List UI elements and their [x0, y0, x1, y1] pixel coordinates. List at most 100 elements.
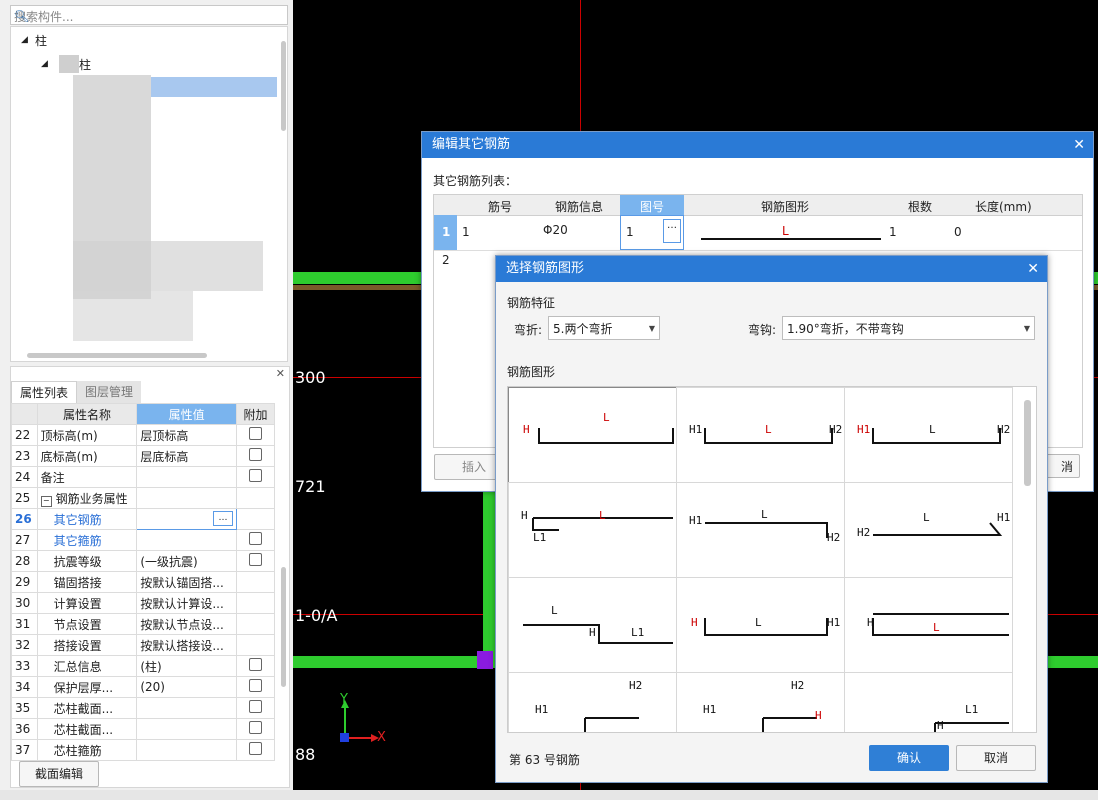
table-row[interactable]: 26 其它钢筋…: [11, 508, 276, 530]
tree-root[interactable]: 柱: [35, 32, 47, 49]
column-header: 长度(mm): [975, 200, 1032, 214]
row-number: 33: [11, 655, 38, 677]
tree-selected-row[interactable]: [151, 77, 277, 97]
attach-checkbox[interactable]: [248, 448, 262, 461]
grid-scrollbar[interactable]: [1024, 400, 1031, 486]
shape-label: H2: [829, 423, 843, 436]
props-scrollbar[interactable]: [281, 567, 286, 687]
shape-label: H1: [689, 423, 703, 436]
property-value[interactable]: (一级抗震): [136, 550, 237, 572]
close-icon[interactable]: ✕: [1073, 132, 1085, 158]
property-value[interactable]: (20): [136, 676, 237, 698]
property-value[interactable]: …: [136, 508, 237, 530]
table-row[interactable]: 35 芯柱截面...: [11, 697, 276, 719]
shape-label: L1: [965, 703, 979, 716]
table-row[interactable]: 36 芯柱截面...: [11, 718, 276, 740]
attach-checkbox[interactable]: [248, 532, 262, 545]
rebar-shape-option[interactable]: L H L1: [508, 577, 677, 673]
attach-checkbox[interactable]: [248, 742, 262, 755]
property-value[interactable]: [136, 697, 237, 719]
property-value[interactable]: [136, 466, 237, 488]
property-value[interactable]: 按默认计算设...: [136, 592, 237, 614]
rebar-shape-option[interactable]: H1 H2: [508, 672, 677, 732]
ellipsis-button[interactable]: …: [663, 219, 681, 243]
table-row[interactable]: 31 节点设置 按默认节点设...: [11, 613, 276, 635]
table-cell[interactable]: 0: [954, 225, 962, 239]
table-row[interactable]: 27 其它箍筋: [11, 529, 276, 551]
property-label: 其它箍筋: [53, 533, 102, 548]
table-row[interactable]: 34 保护层厚... (20): [11, 676, 276, 698]
search-icon[interactable]: 🔍︎: [14, 9, 283, 23]
table-row[interactable]: 29 锚固搭接 按默认锚固搭...: [11, 571, 276, 593]
axis-label-88: 88: [295, 745, 316, 764]
hook-select[interactable]: 1.90°弯折，不带弯钩 ▼: [782, 316, 1035, 340]
column-header: 附加: [235, 403, 276, 425]
property-value[interactable]: [136, 529, 237, 551]
attach-checkbox[interactable]: [248, 469, 262, 482]
table-row[interactable]: 24 备注: [11, 466, 276, 488]
shape-label: H1: [689, 514, 703, 527]
rebar-shape-option[interactable]: H1 L H2: [676, 387, 845, 483]
rebar-shape-option[interactable]: HL: [508, 387, 677, 483]
row-number: 36: [11, 718, 38, 740]
rebar-shape-option[interactable]: L1 H L2: [844, 672, 1013, 732]
property-value[interactable]: [136, 739, 237, 761]
attach-cell: [235, 508, 276, 530]
section-edit-button[interactable]: 截面编辑: [19, 761, 99, 787]
attach-checkbox[interactable]: [248, 553, 262, 566]
attach-checkbox[interactable]: [248, 700, 262, 713]
rebar-shape-option[interactable]: H2 L H1: [844, 482, 1013, 578]
close-icon[interactable]: ✕: [276, 367, 285, 380]
tree-toggle-icon[interactable]: ◢: [21, 35, 28, 45]
feature-label: 钢筋特征: [507, 296, 556, 310]
table-row[interactable]: 25− 钢筋业务属性: [11, 487, 276, 509]
collapse-icon[interactable]: −: [40, 495, 52, 507]
rebar-shape-option[interactable]: H1 H2 H: [676, 672, 845, 732]
table-row[interactable]: 28 抗震等级 (一级抗震): [11, 550, 276, 572]
bend-select[interactable]: 5.两个弯折 ▼: [548, 316, 660, 340]
table-row[interactable]: 37 芯柱箍筋: [11, 739, 276, 761]
property-value[interactable]: 按默认锚固搭...: [136, 571, 237, 593]
rebar-shape-option[interactable]: HL: [844, 577, 1013, 673]
table-cell[interactable]: Φ20: [543, 223, 568, 237]
row-number: 34: [11, 676, 38, 698]
attach-checkbox[interactable]: [248, 721, 262, 734]
cancel-button[interactable]: 取消: [956, 745, 1036, 771]
shape-label: 钢筋图形: [507, 365, 556, 379]
table-row[interactable]: 30 计算设置 按默认计算设...: [11, 592, 276, 614]
confirm-button[interactable]: 确认: [869, 745, 949, 771]
rebar-shape-grid: H L H1 L H2 H1 L H2 H L L1 H1 L H2 H2 L H1 L H L1 H L H1 H L H1 H2…: [507, 386, 1037, 733]
tree-toggle-icon[interactable]: ◢: [41, 59, 48, 69]
ellipsis-button[interactable]: …: [212, 511, 233, 526]
attach-checkbox[interactable]: [248, 658, 262, 671]
tree-scrollbar[interactable]: [281, 41, 286, 131]
tree-hscrollbar[interactable]: [27, 353, 207, 358]
table-cell[interactable]: 1: [462, 225, 470, 239]
attach-cell: [235, 739, 276, 761]
tree-child[interactable]: 柱: [79, 56, 91, 73]
search-input[interactable]: 搜索构件... 🔍︎: [10, 5, 288, 25]
table-row[interactable]: 23 底标高(m) 层底标高: [11, 445, 276, 467]
close-icon[interactable]: ✕: [1027, 256, 1039, 282]
attach-checkbox[interactable]: [248, 427, 262, 440]
attach-checkbox[interactable]: [248, 679, 262, 692]
property-value[interactable]: [136, 487, 237, 509]
table-row[interactable]: 33 汇总信息 (柱): [11, 655, 276, 677]
rebar-shape-option[interactable]: H1 L H2: [676, 482, 845, 578]
tab-layers[interactable]: 图层管理: [77, 381, 142, 403]
property-value[interactable]: 按默认节点设...: [136, 613, 237, 635]
property-value[interactable]: 按默认搭接设...: [136, 634, 237, 656]
rebar-shape-option[interactable]: H1 L H2: [844, 387, 1013, 483]
property-value-text: 按默认节点设...: [140, 617, 224, 632]
rebar-shape-option[interactable]: H L L1: [508, 482, 677, 578]
property-value[interactable]: 层底标高: [136, 445, 237, 467]
tab-properties[interactable]: 属性列表: [11, 381, 78, 404]
property-value[interactable]: 层顶标高: [136, 424, 237, 446]
dialog-title: 选择钢筋图形: [506, 261, 585, 276]
table-row[interactable]: 22 顶标高(m) 层顶标高: [11, 424, 276, 446]
table-row[interactable]: 32 搭接设置 按默认搭接设...: [11, 634, 276, 656]
table-cell[interactable]: 1: [889, 225, 897, 239]
rebar-shape-option[interactable]: H L H1: [676, 577, 845, 673]
property-value[interactable]: [136, 718, 237, 740]
property-value[interactable]: (柱): [136, 655, 237, 677]
